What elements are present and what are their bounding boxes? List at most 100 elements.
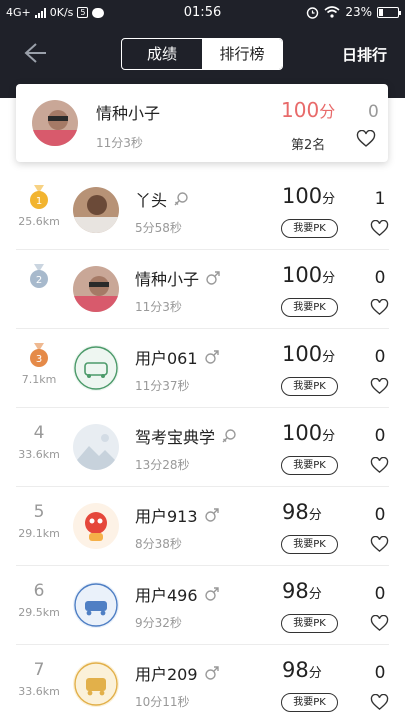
my-time: 11分3秒 — [96, 136, 143, 150]
ranking-row[interactable]: 3 7.1km 用户061 11分37秒 100分 我要PK 0 — [0, 329, 405, 408]
female-icon — [222, 429, 236, 443]
avatar[interactable] — [73, 187, 119, 233]
user-name: 用户913 — [135, 503, 220, 527]
exam-time: 9分32秒 — [135, 616, 182, 630]
silver-medal-icon: 2 — [30, 264, 48, 288]
my-score: 100分 — [281, 98, 336, 122]
rank-column: 4 33.6km — [14, 422, 64, 461]
distance: 33.6km — [18, 448, 60, 461]
user-name: 情种小子 — [135, 266, 221, 290]
male-icon — [206, 271, 220, 285]
score: 98分 — [282, 658, 322, 682]
pk-button[interactable]: 我要PK — [281, 219, 338, 238]
rank-column: 2 — [14, 264, 64, 294]
exam-time: 5分58秒 — [135, 221, 182, 235]
user-name: 用户496 — [135, 582, 220, 606]
pk-button[interactable]: 我要PK — [281, 377, 338, 396]
pk-button[interactable]: 我要PK — [281, 614, 338, 633]
rank-number: 6 — [33, 581, 45, 601]
back-arrow-icon[interactable] — [14, 38, 50, 68]
like-count: 0 — [374, 268, 386, 288]
heart-icon[interactable] — [370, 694, 389, 711]
like-count: 0 — [374, 505, 386, 525]
gold-medal-icon: 1 — [30, 185, 48, 209]
rank-column: 5 29.1km — [14, 501, 64, 540]
heart-icon[interactable] — [370, 220, 389, 237]
bronze-medal-icon: 3 — [30, 343, 48, 367]
heart-icon[interactable] — [370, 378, 389, 395]
user-name: 驾考宝典学 — [135, 424, 237, 448]
distance: 29.1km — [18, 527, 60, 540]
avatar[interactable] — [73, 503, 119, 549]
pk-button[interactable]: 我要PK — [281, 693, 338, 712]
rank-column: 7 33.6km — [14, 659, 64, 698]
score: 98分 — [282, 500, 322, 524]
score: 98分 — [282, 579, 322, 603]
my-rank: 第2名 — [291, 138, 326, 153]
user-name-text: 丫头 — [135, 191, 168, 210]
distance: 7.1km — [21, 373, 57, 386]
user-name-text: 用户496 — [135, 586, 198, 605]
ranking-row[interactable]: 6 29.5km 用户496 9分32秒 98分我要PK 0 — [0, 566, 405, 645]
rank-column: 1 25.6km — [14, 185, 64, 228]
status-bar: 4G+ 0K/s 5 01:56 23% — [0, 0, 405, 26]
like-count: 0 — [374, 584, 386, 604]
distance: 29.5km — [18, 606, 60, 619]
tab-switcher: 成绩 排行榜 — [121, 38, 283, 70]
tab-ranking[interactable]: 排行榜 — [202, 39, 282, 69]
like-count: 0 — [374, 347, 386, 367]
distance: 33.6km — [18, 685, 60, 698]
exam-time: 13分28秒 — [135, 458, 190, 472]
user-name-text: 用户209 — [135, 665, 198, 684]
daily-ranking-toggle[interactable]: 日排行 — [342, 44, 387, 65]
battery-percent: 23% — [345, 5, 372, 19]
ranking-row[interactable]: 7 33.6km 用户209 10分11秒 98分我要PK 0 — [0, 645, 405, 720]
rank-number: 4 — [33, 423, 45, 443]
ranking-row[interactable]: 2 情种小子 11分3秒 100分我要PK 0 — [0, 250, 405, 329]
male-icon — [204, 508, 219, 522]
exam-time: 10分11秒 — [135, 695, 190, 709]
svg-text:3: 3 — [36, 354, 42, 365]
svg-text:2: 2 — [36, 275, 42, 286]
heart-icon[interactable] — [370, 457, 389, 474]
ranking-row[interactable]: 4 33.6km 驾考宝典学 13分28秒 100分我要PK 0 — [0, 408, 405, 487]
heart-icon[interactable] — [356, 130, 376, 148]
heart-icon[interactable] — [370, 536, 389, 553]
score: 100分 — [282, 184, 336, 208]
score: 100分 — [282, 342, 336, 366]
distance: 25.6km — [18, 215, 60, 228]
ranking-row[interactable]: 1 25.6km 丫头 5分58秒 100分我要PK 1 — [0, 171, 405, 250]
avatar[interactable] — [73, 266, 119, 312]
heart-icon[interactable] — [370, 615, 389, 632]
like-count: 0 — [374, 663, 386, 683]
ranking-row[interactable]: 5 29.1km 用户913 8分38秒 98分 我要PK 0 — [0, 487, 405, 566]
battery-icon — [377, 6, 401, 18]
status-right: 23% — [306, 5, 401, 19]
avatar[interactable] — [73, 582, 119, 628]
avatar[interactable] — [73, 424, 119, 470]
score: 100分 — [282, 421, 336, 445]
pk-button[interactable]: 我要PK — [281, 535, 338, 554]
score: 100分 — [282, 263, 336, 287]
pk-button[interactable]: 我要PK — [281, 456, 338, 475]
tab-score[interactable]: 成绩 — [122, 39, 202, 69]
svg-text:1: 1 — [36, 196, 42, 207]
alarm-icon — [307, 6, 319, 19]
rank-number: 5 — [33, 502, 45, 522]
avatar[interactable] — [73, 661, 119, 707]
avatar[interactable] — [32, 100, 78, 146]
avatar[interactable] — [73, 345, 119, 391]
like-count: 0 — [374, 426, 386, 446]
male-icon — [204, 350, 219, 364]
wifi-icon — [324, 6, 340, 18]
female-icon — [174, 192, 188, 206]
heart-icon[interactable] — [370, 299, 389, 316]
pk-button[interactable]: 我要PK — [281, 298, 338, 317]
my-like-count: 0 — [368, 102, 379, 122]
like-count: 1 — [374, 189, 386, 209]
male-icon — [204, 587, 219, 601]
user-name: 用户061 — [135, 345, 220, 369]
exam-time: 11分3秒 — [135, 300, 182, 314]
my-rank-card[interactable]: 情种小子 11分3秒 100分 第2名 0 — [16, 84, 388, 162]
user-name-text: 驾考宝典学 — [135, 428, 216, 447]
